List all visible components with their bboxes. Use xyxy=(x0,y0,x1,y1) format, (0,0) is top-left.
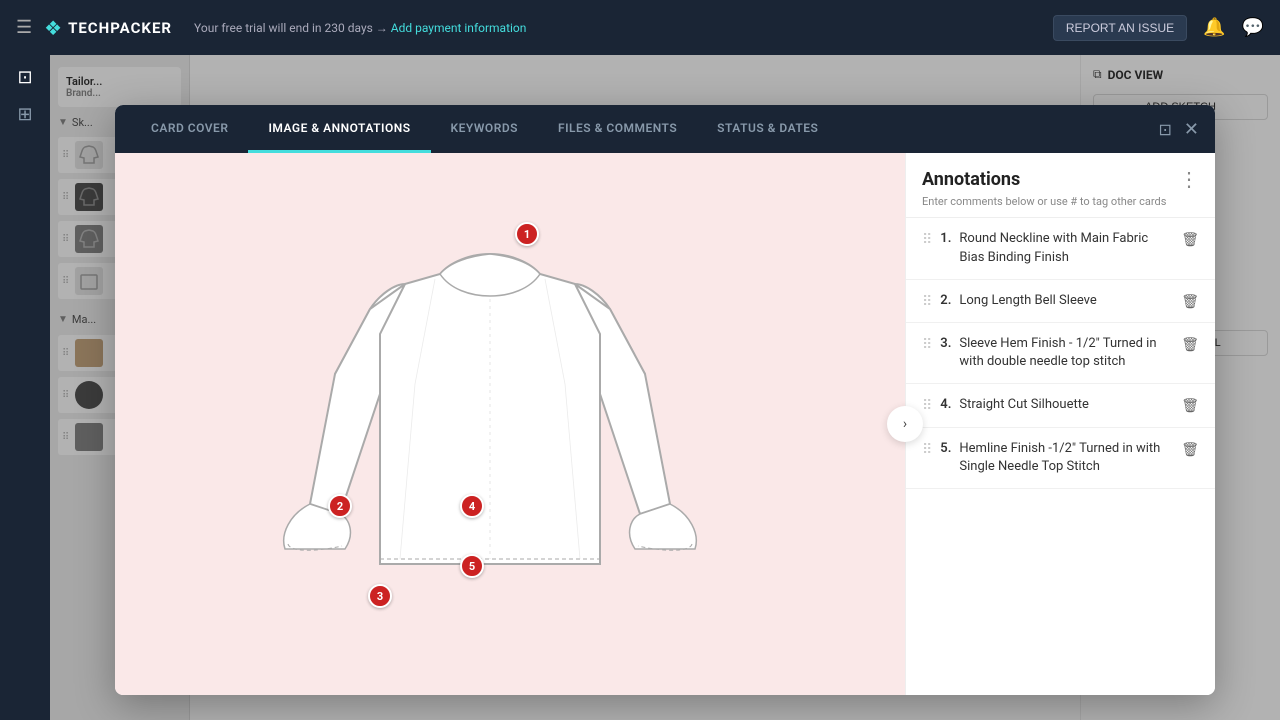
annotation-item-5: ⠿ 5. Hemline Finish -1/2" Turned in with… xyxy=(906,428,1215,489)
annotation-number-4: 4. xyxy=(940,397,951,412)
annotations-list: ⠿ 1. Round Neckline with Main Fabric Bia… xyxy=(906,218,1215,695)
next-arrow[interactable]: › xyxy=(887,406,923,442)
tab-card-cover[interactable]: CARD COVER xyxy=(131,105,248,153)
bell-icon[interactable]: 🔔 xyxy=(1203,17,1225,38)
logo-icon: ❖ xyxy=(44,16,62,40)
annotations-more-icon[interactable]: ⋮ xyxy=(1179,167,1199,191)
drag-icon-3: ⠿ xyxy=(922,337,932,353)
annotation-dot-4[interactable]: 4 xyxy=(460,494,484,518)
delete-annotation-1[interactable]: 🗑 xyxy=(1181,232,1199,248)
annotations-subtitle: Enter comments below or use # to tag oth… xyxy=(922,194,1166,209)
nav-right: REPORT AN ISSUE 🔔 💬 xyxy=(1053,15,1264,41)
tab-files-comments[interactable]: FILES & COMMENTS xyxy=(538,105,697,153)
annotation-number-2: 2. xyxy=(940,293,951,308)
modal-overlay: CARD COVER IMAGE & ANNOTATIONS KEYWORDS … xyxy=(50,55,1280,720)
menu-icon[interactable]: ☰ xyxy=(16,17,32,38)
chat-icon[interactable]: 💬 xyxy=(1242,17,1264,38)
annotation-dot-3[interactable]: 3 xyxy=(368,584,392,608)
annotation-text-3: Sleeve Hem Finish - 1/2" Turned in with … xyxy=(959,335,1173,371)
main-content: Tailor... Brand... ▼ Sk... ✏ ⠿ ⠿ xyxy=(50,55,1280,720)
annotation-text-5: Hemline Finish -1/2" Turned in with Sing… xyxy=(959,440,1173,476)
annotation-text-4: Straight Cut Silhouette xyxy=(959,396,1173,414)
delete-annotation-5[interactable]: 🗑 xyxy=(1181,442,1199,458)
annotation-text-2: Long Length Bell Sleeve xyxy=(959,292,1173,310)
annotation-dot-2[interactable]: 2 xyxy=(328,494,352,518)
annotation-number-3: 3. xyxy=(940,336,951,351)
annotation-number-5: 5. xyxy=(940,441,951,456)
annotation-item-1: ⠿ 1. Round Neckline with Main Fabric Bia… xyxy=(906,218,1215,279)
annotation-dot-1[interactable]: 1 xyxy=(515,222,539,246)
image-area: 1 2 3 4 5 › xyxy=(115,153,905,695)
annotation-item-2: ⠿ 2. Long Length Bell Sleeve 🗑 xyxy=(906,280,1215,323)
drag-icon-1: ⠿ xyxy=(922,232,932,248)
garment-container: 1 2 3 4 5 xyxy=(260,184,760,664)
drag-icon-5: ⠿ xyxy=(922,442,932,458)
app-name: TECHPACKER xyxy=(68,19,172,37)
sidebar-grid-icon[interactable]: ⊞ xyxy=(17,104,32,125)
drag-icon-4: ⠿ xyxy=(922,398,932,414)
annotations-header: Annotations Enter comments below or use … xyxy=(906,153,1215,218)
trial-link[interactable]: Add payment information xyxy=(391,21,527,35)
trial-text: Your free trial will end in 230 days → A… xyxy=(194,21,526,35)
tab-image-annotations[interactable]: IMAGE & ANNOTATIONS xyxy=(248,105,430,153)
annotation-item-4: ⠿ 4. Straight Cut Silhouette 🗑 xyxy=(906,384,1215,427)
sidebar: ⊡ ⊞ xyxy=(0,55,50,720)
collapse-icon[interactable]: ⊡ xyxy=(1159,120,1172,139)
annotation-text-1: Round Neckline with Main Fabric Bias Bin… xyxy=(959,230,1173,266)
annotation-item-3: ⠿ 3. Sleeve Hem Finish - 1/2" Turned in … xyxy=(906,323,1215,384)
tab-keywords[interactable]: KEYWORDS xyxy=(431,105,538,153)
logo: ❖ TECHPACKER xyxy=(44,16,172,40)
top-nav: ☰ ❖ TECHPACKER Your free trial will end … xyxy=(0,0,1280,55)
sidebar-home-icon[interactable]: ⊡ xyxy=(17,67,32,88)
modal-controls: ⊡ ✕ xyxy=(1159,119,1200,140)
delete-annotation-2[interactable]: 🗑 xyxy=(1181,294,1199,310)
annotation-dot-5[interactable]: 5 xyxy=(460,554,484,578)
annotations-title: Annotations xyxy=(922,169,1166,190)
drag-icon-2: ⠿ xyxy=(922,294,932,310)
annotations-panel: Annotations Enter comments below or use … xyxy=(905,153,1215,695)
tab-status-dates[interactable]: STATUS & DATES xyxy=(697,105,838,153)
delete-annotation-3[interactable]: 🗑 xyxy=(1181,337,1199,353)
modal-body: 1 2 3 4 5 › Annotations xyxy=(115,153,1215,695)
garment-illustration xyxy=(260,184,720,644)
close-icon[interactable]: ✕ xyxy=(1184,119,1199,140)
report-issue-button[interactable]: REPORT AN ISSUE xyxy=(1053,15,1187,41)
modal: CARD COVER IMAGE & ANNOTATIONS KEYWORDS … xyxy=(115,105,1215,695)
modal-tabs: CARD COVER IMAGE & ANNOTATIONS KEYWORDS … xyxy=(115,105,1215,153)
annotation-number-1: 1. xyxy=(940,231,951,246)
delete-annotation-4[interactable]: 🗑 xyxy=(1181,398,1199,414)
